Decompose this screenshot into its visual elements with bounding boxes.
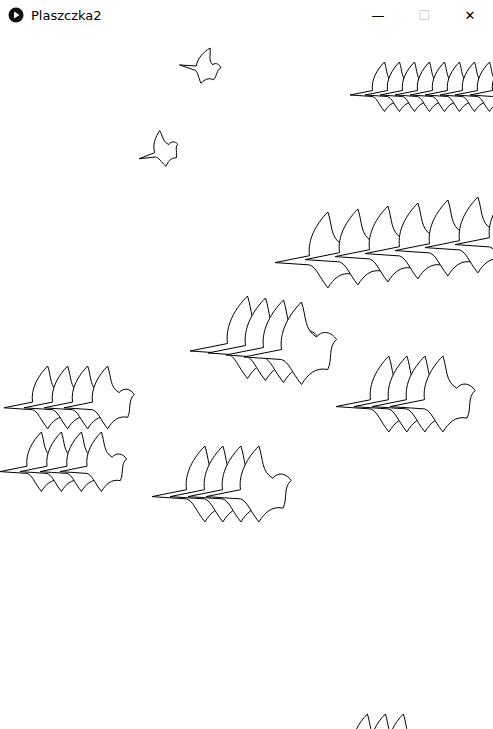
window-control-button[interactable]: ✕: [447, 8, 493, 23]
figures-drawing: [0, 30, 493, 729]
ray-figure: [206, 446, 291, 522]
processing-icon: [8, 7, 24, 23]
window-control-button[interactable]: —: [355, 8, 401, 23]
sketch-window: Plaszczka2 —☐✕: [0, 0, 493, 729]
ray-figure: [390, 356, 475, 432]
title-bar: Plaszczka2 —☐✕: [0, 0, 493, 30]
ray-figure: [176, 42, 225, 88]
window-controls: —☐✕: [355, 8, 493, 23]
ray-figure: [64, 366, 134, 429]
window-control-button[interactable]: ☐: [401, 8, 447, 23]
ray-figure: [455, 62, 493, 112]
ray-figure: [470, 62, 493, 112]
sketch-canvas: [0, 30, 493, 729]
ray-figure: [244, 302, 337, 385]
ray-figure: [362, 714, 429, 729]
ray-figure: [135, 128, 181, 171]
window-title: Plaszczka2: [31, 8, 348, 23]
ray-figure: [425, 197, 493, 273]
ray-figure: [455, 194, 493, 270]
ray-figure: [60, 432, 127, 491]
